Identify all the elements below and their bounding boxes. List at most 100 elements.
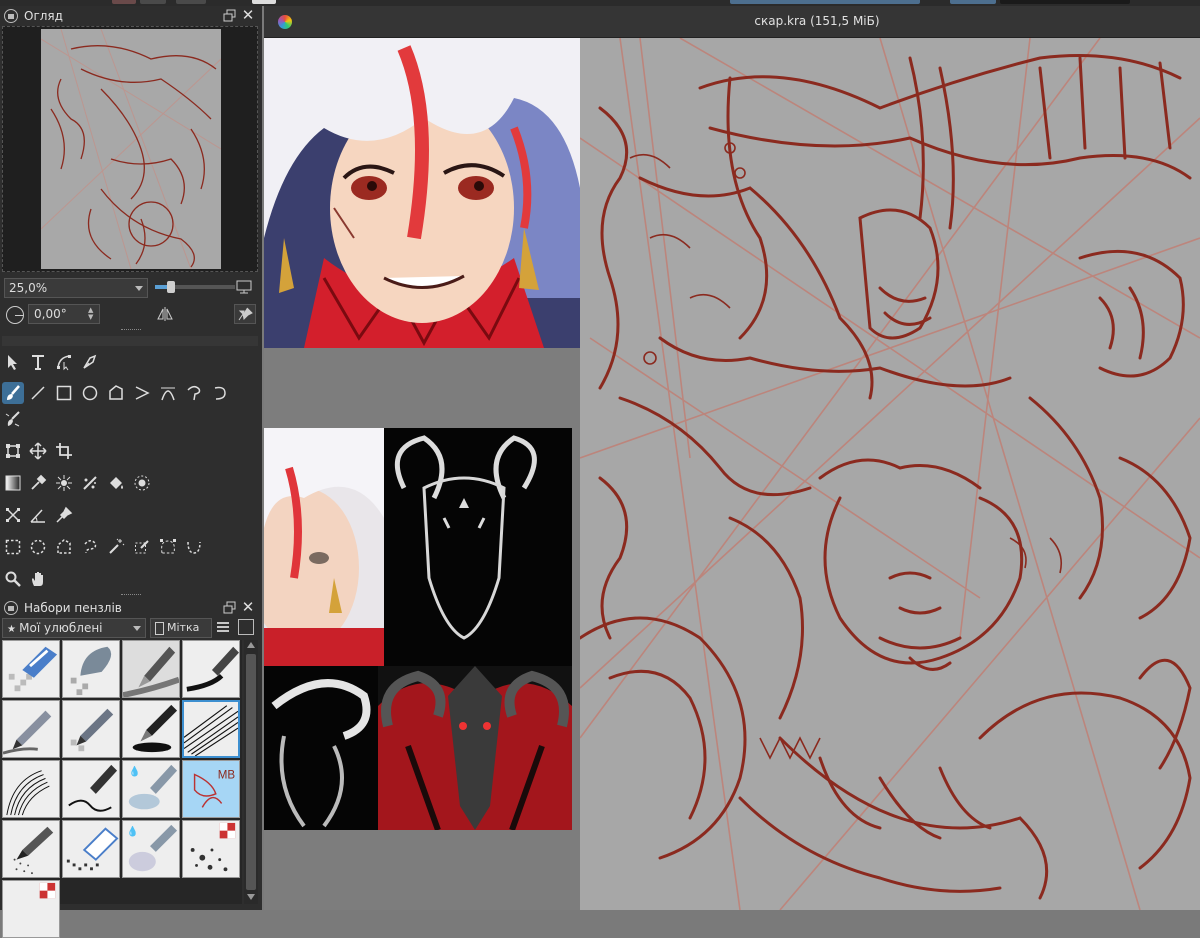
calligraphy-tool[interactable] [79,351,101,373]
reference-pin-icon [56,506,73,523]
brush-preset-blender[interactable] [62,640,120,698]
brush-preset-watercolor[interactable]: 💧 [122,760,180,818]
docker-resize-grip[interactable] [121,329,141,332]
measure-tool[interactable] [27,504,49,526]
float-docker-icon[interactable] [223,9,236,22]
polygon-tool[interactable] [105,382,127,404]
line-icon [31,386,45,400]
edit-shapes-tool[interactable] [53,351,75,373]
crop-icon [56,443,72,459]
reference-image-demon-costume[interactable] [378,666,572,830]
zoom-slider-fill [155,285,167,289]
brush-preset-pencil-soft[interactable] [62,700,120,758]
freehand-path-tool[interactable] [183,382,205,404]
zoom-slider-handle[interactable] [167,281,175,293]
multibrush-tool[interactable] [2,408,24,430]
brush-preset-fineliner[interactable] [62,760,120,818]
lock-icon[interactable] [4,601,18,615]
brush-preset-sketch-brush[interactable]: MB [182,760,240,818]
watercolor-icon: 💧 [123,761,179,817]
text-tool[interactable] [27,351,49,373]
view-mode-icon[interactable] [238,619,254,635]
measure-icon [30,509,45,523]
scroll-down-icon[interactable] [247,894,255,900]
close-icon[interactable]: ✕ [240,7,256,23]
tag-button[interactable]: Мітка [150,618,212,638]
reference-image-character-portrait[interactable] [264,38,580,348]
polyline-tool[interactable] [131,382,153,404]
bezier-selection-tool[interactable] [157,536,179,558]
dynamic-brush-tool[interactable] [209,382,231,404]
tag-select[interactable]: ★ Мої улюблені [2,618,146,638]
crop-tool[interactable] [53,440,75,462]
rectangle-tool[interactable] [53,382,75,404]
contiguous-selection-tool[interactable] [105,536,127,558]
brush-preset-splatter[interactable] [182,820,240,878]
close-icon[interactable]: ✕ [240,599,256,615]
brush-preset-pencil[interactable] [2,700,60,758]
reference-image-goat-horns[interactable] [264,666,378,830]
gradient-tool[interactable] [2,472,24,494]
eraser-soft-icon [63,821,119,877]
fit-to-view-icon[interactable] [236,280,252,294]
pin-button[interactable] [234,304,256,324]
scrollbar-thumb[interactable] [246,654,256,890]
brush-preset-ink-pen[interactable] [122,640,180,698]
brush-preset-marker[interactable] [182,640,240,698]
spin-arrows-icon[interactable]: ▲ ▼ [88,307,96,321]
brush-preset-airbrush[interactable] [2,820,60,878]
overview-docker-titlebar: Огляд ✕ [0,6,262,26]
polygonal-selection-tool[interactable] [53,536,75,558]
lock-icon[interactable] [4,9,18,23]
reference-images-tool[interactable] [53,504,75,526]
bezier-curve-tool[interactable] [157,382,179,404]
brush-preset-eraser-soft[interactable] [62,820,120,878]
brush-preset-eraser[interactable] [2,640,60,698]
brush-preset-texture[interactable] [2,880,60,938]
assistant-editor-tool[interactable] [2,504,24,526]
hatching-icon [3,761,59,817]
freehand-brush-tool[interactable] [2,382,24,404]
lasso-icon [84,540,97,554]
reference-image-character-with-goat[interactable] [264,428,572,666]
scroll-up-icon[interactable] [247,642,255,648]
bristles-icon [184,702,238,756]
zoom-slider[interactable] [155,281,235,293]
similar-color-selection-tool[interactable] [131,536,153,558]
rotation-spinbox[interactable]: 0,00° ▲ ▼ [28,304,100,324]
line-tool[interactable] [27,382,49,404]
color-picker-tool[interactable] [27,472,49,494]
pan-tool[interactable] [27,568,49,590]
canvas-sketch[interactable] [580,38,1200,910]
ink-pen-icon [123,641,179,697]
move-tool[interactable] [27,440,49,462]
freehand-selection-tool[interactable] [79,536,101,558]
rotation-dial-icon[interactable] [6,306,24,324]
magnetic-selection-tool[interactable] [183,536,205,558]
pointer-icon [8,355,17,370]
enclose-fill-tool[interactable] [131,472,153,494]
transform-tool[interactable] [2,440,24,462]
fill-tool[interactable] [105,472,127,494]
texture-icon [3,881,59,937]
float-docker-icon[interactable] [223,601,236,614]
smart-patch-tool[interactable] [53,472,75,494]
zoom-tool[interactable] [2,568,24,590]
rectangular-selection-tool[interactable] [2,536,24,558]
elliptical-selection-tool[interactable] [27,536,49,558]
preset-scrollbar[interactable] [244,640,258,904]
brush-preset-wet-brush[interactable]: 💧 [122,820,180,878]
overview-thumbnail[interactable] [2,26,258,272]
brush-preset-fountain-pen[interactable] [122,700,180,758]
airbrush-icon [3,821,59,877]
ellipse-tool[interactable] [79,382,101,404]
docker-resize-grip[interactable] [121,594,141,597]
mirror-view-icon[interactable] [156,305,174,323]
select-shapes-tool[interactable] [2,351,24,373]
brush-preset-bristles[interactable] [182,700,240,758]
hamburger-menu-icon[interactable] [216,620,230,634]
brush-preset-hatching[interactable] [2,760,60,818]
assistant-tool[interactable] [79,472,101,494]
zoom-combobox[interactable]: 25,0% [4,278,148,298]
brush-icon [7,385,20,400]
